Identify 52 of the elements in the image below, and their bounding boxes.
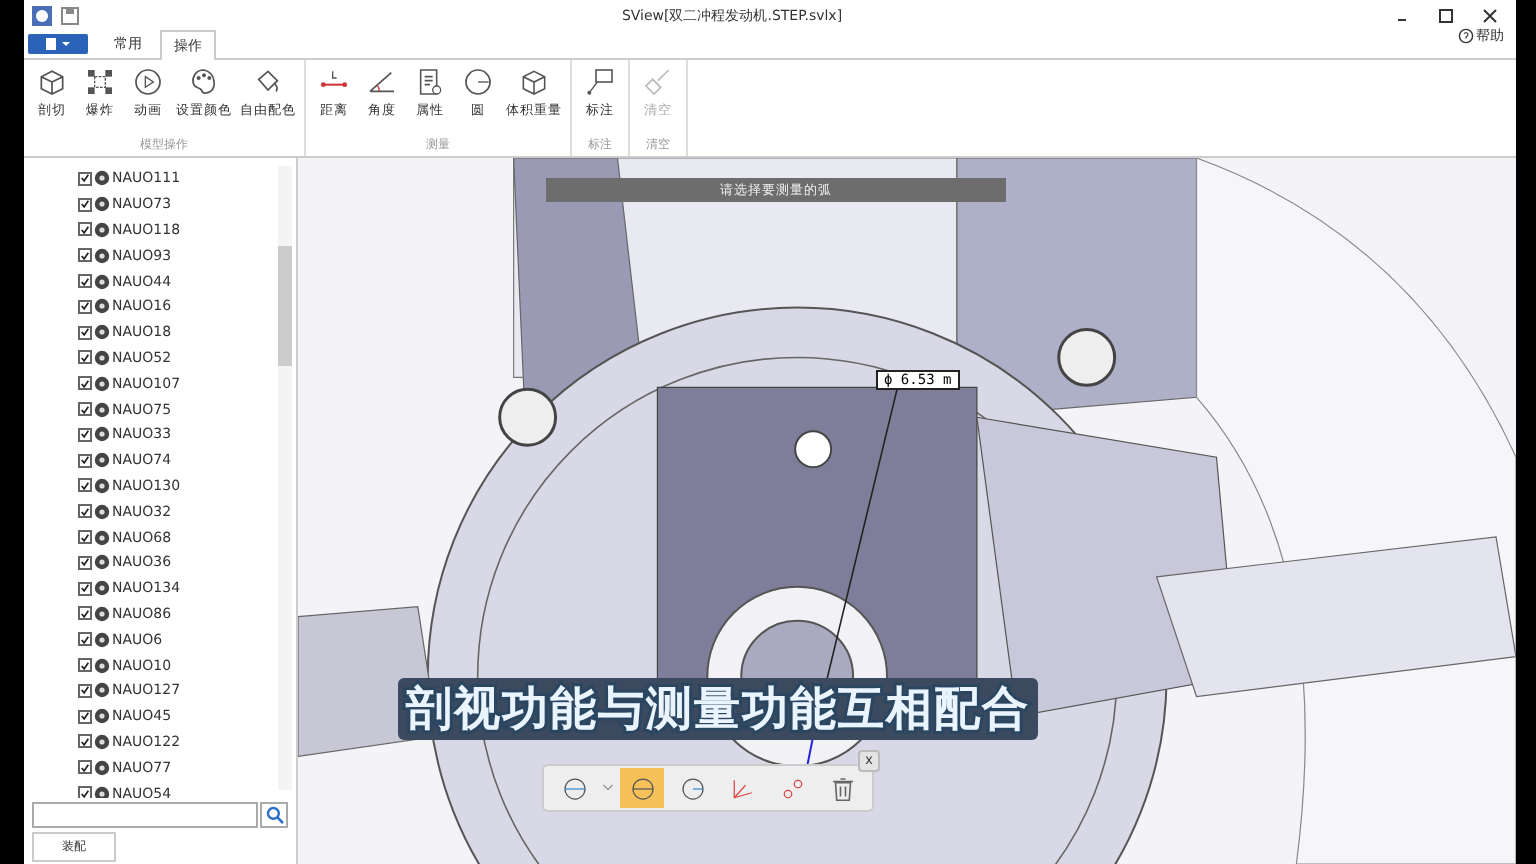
checkbox[interactable] — [78, 632, 92, 647]
subtitle-caption: 剖视功能与测量功能互相配合 — [398, 678, 1038, 740]
checkbox[interactable] — [78, 248, 92, 263]
checkbox[interactable] — [78, 760, 92, 775]
checkbox[interactable] — [78, 683, 92, 698]
checkbox[interactable] — [78, 402, 92, 417]
cube-icon — [36, 66, 68, 98]
checkbox[interactable] — [78, 350, 92, 365]
checkbox[interactable] — [78, 606, 92, 621]
scrollbar[interactable] — [278, 166, 292, 790]
save-icon[interactable] — [60, 5, 80, 25]
document-caret-icon — [44, 38, 72, 50]
angle-icon — [366, 66, 398, 98]
app-logo-icon — [32, 5, 52, 25]
help-icon — [1458, 28, 1474, 44]
paint-bucket-icon — [252, 66, 284, 98]
checkbox[interactable] — [78, 658, 92, 673]
checkbox[interactable] — [78, 427, 92, 442]
checkbox[interactable] — [78, 504, 92, 519]
checkbox[interactable] — [78, 555, 92, 570]
measure-tool-button[interactable] — [620, 768, 664, 808]
search-button[interactable] — [260, 802, 288, 828]
engine-model-drawing[interactable] — [298, 158, 1516, 864]
document-icon — [414, 66, 446, 98]
checkbox[interactable] — [78, 197, 92, 212]
file-menu-button[interactable] — [28, 34, 88, 54]
circle-icon — [462, 66, 494, 98]
play-icon — [132, 66, 164, 98]
broom-icon — [642, 66, 674, 98]
diameter-icon — [559, 773, 589, 803]
trash-icon — [827, 773, 857, 803]
explode-icon — [84, 66, 116, 98]
palette-icon — [188, 66, 220, 98]
radius-icon — [677, 773, 707, 803]
part-icon — [94, 785, 110, 798]
box-icon — [518, 66, 550, 98]
circle-icon — [627, 773, 657, 803]
checkbox[interactable] — [78, 376, 92, 391]
checkbox[interactable] — [78, 581, 92, 596]
checkbox[interactable] — [78, 530, 92, 545]
annotation-icon — [584, 66, 616, 98]
checkbox[interactable] — [78, 734, 92, 749]
checkbox[interactable] — [78, 786, 92, 798]
checkbox[interactable] — [78, 453, 92, 468]
checkbox[interactable] — [78, 274, 92, 289]
checkbox[interactable] — [78, 709, 92, 724]
checkbox[interactable] — [78, 171, 92, 186]
search-field[interactable] — [32, 802, 258, 828]
checkbox[interactable] — [78, 478, 92, 493]
checkbox[interactable] — [78, 325, 92, 340]
checkbox[interactable] — [78, 222, 92, 237]
checkbox[interactable] — [78, 299, 92, 314]
